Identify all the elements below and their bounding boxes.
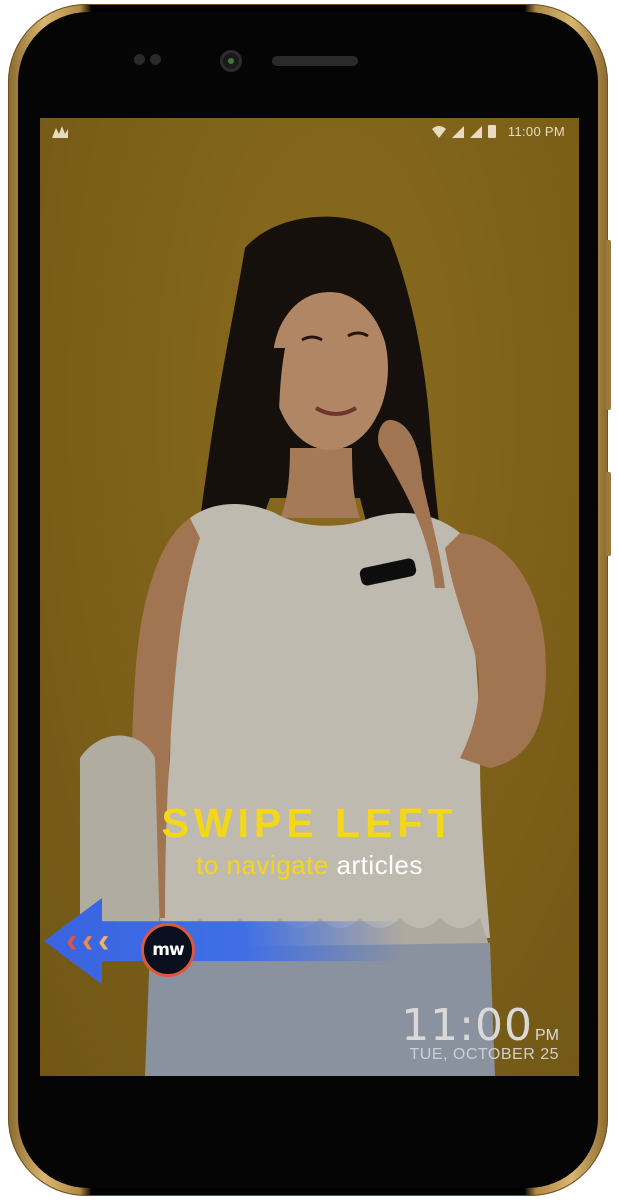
lockscreen-ampm: PM — [535, 1027, 559, 1044]
lockscreen-clock: 11:00 PM — [401, 1000, 559, 1051]
swipe-subtitle: to navigate articles — [40, 850, 579, 881]
volume-button — [606, 240, 611, 410]
swipe-subtitle-rest: articles — [328, 850, 423, 880]
swipe-title: SWIPE LEFT — [161, 800, 458, 846]
status-bar: 11:00 PM — [40, 118, 579, 146]
lockscreen-date: TUE, OCTOBER 25 — [409, 1046, 559, 1063]
mw-logo-badge[interactable]: mw — [141, 923, 195, 977]
signal-icon — [451, 125, 464, 138]
phone-screen[interactable]: 11:00 PM SWIPE LEFT to navigate articles… — [40, 118, 579, 1076]
status-icons: 11:00 PM — [431, 124, 565, 139]
mw-logo-text: mw — [152, 940, 184, 960]
front-camera — [220, 50, 242, 72]
earpiece-speaker — [272, 56, 358, 66]
chevron-left-icon: ‹ — [82, 922, 94, 960]
chevron-left-icon: ‹ — [98, 922, 110, 960]
battery-icon — [487, 125, 496, 138]
status-time: 11:00 PM — [507, 124, 565, 139]
signal-icon-2 — [469, 125, 482, 138]
swipe-left-arrow[interactable]: ‹ ‹ ‹ mw — [44, 898, 404, 985]
swipe-subtitle-highlight: to navigate — [196, 850, 329, 880]
wifi-icon — [431, 125, 446, 138]
lockscreen-time: 11:00 — [401, 1000, 533, 1051]
power-button — [606, 472, 611, 556]
chevron-left-icon: ‹ — [66, 922, 78, 960]
app-logo-icon — [52, 126, 68, 138]
sensor-dots — [134, 54, 161, 65]
